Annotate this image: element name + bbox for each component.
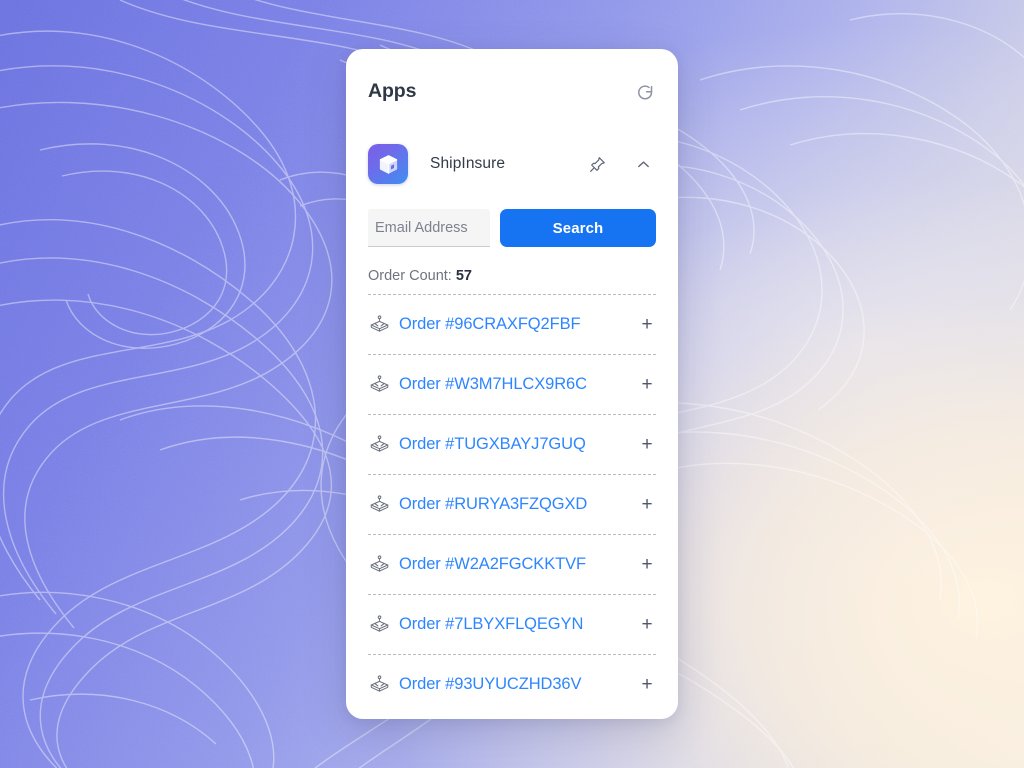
apps-panel: Apps ShipInsure Email Address Search Ord… [346, 49, 678, 719]
expand-order-button[interactable]: + [638, 435, 656, 454]
refresh-button[interactable] [632, 79, 658, 105]
open-box-icon [368, 674, 390, 696]
page-title: Apps [368, 79, 417, 102]
app-name-label: ShipInsure [430, 155, 506, 172]
panel-header: Apps [346, 49, 678, 105]
order-label: Order #96CRAXFQ2FBF [399, 315, 581, 333]
order-count-value: 57 [455, 268, 472, 284]
pin-icon [589, 156, 605, 172]
app-row-shipinsure[interactable]: ShipInsure [346, 141, 678, 187]
order-row[interactable]: Order #TUGXBAYJ7GUQ + [368, 414, 656, 474]
order-count: Order Count: 57 [346, 268, 678, 284]
order-row[interactable]: Order #W2A2FGCKKTVF + [368, 534, 656, 594]
orders-list: Order #96CRAXFQ2FBF + Order #W3M7HLCX9R6… [346, 294, 678, 714]
open-box-icon [368, 494, 390, 516]
search-row: Search [346, 209, 678, 247]
refresh-icon [637, 84, 652, 100]
package-cube-icon [379, 154, 397, 174]
open-box-icon [368, 314, 390, 336]
order-row[interactable]: Order #96CRAXFQ2FBF + [368, 294, 656, 354]
expand-order-button[interactable]: + [638, 495, 656, 514]
order-row[interactable]: Order #RURYA3FZQGXD + [368, 474, 656, 534]
order-label: Order #W3M7HLCX9R6C [399, 375, 587, 393]
order-count-label: Order Count: [368, 268, 452, 284]
search-button[interactable]: Search [500, 209, 656, 247]
expand-order-button[interactable]: + [638, 555, 656, 574]
order-row[interactable]: Order #W3M7HLCX9R6C + [368, 354, 656, 414]
order-label: Order #W2A2FGCKKTVF [399, 555, 586, 573]
collapse-app-button[interactable] [630, 151, 656, 177]
open-box-icon [368, 434, 390, 456]
order-row[interactable]: Order #93UYUCZHD36V + [368, 654, 656, 714]
expand-order-button[interactable]: + [638, 675, 656, 694]
expand-order-button[interactable]: + [638, 375, 656, 394]
open-box-icon [368, 554, 390, 576]
open-box-icon [368, 374, 390, 396]
order-row[interactable]: Order #7LBYXFLQEGYN + [368, 594, 656, 654]
shipinsure-app-icon [368, 144, 408, 184]
order-label: Order #TUGXBAYJ7GUQ [399, 435, 586, 453]
email-address-input[interactable] [368, 209, 490, 247]
expand-order-button[interactable]: + [638, 615, 656, 634]
order-label: Order #93UYUCZHD36V [399, 675, 582, 693]
order-label: Order #7LBYXFLQEGYN [399, 615, 584, 633]
order-label: Order #RURYA3FZQGXD [399, 495, 588, 513]
expand-order-button[interactable]: + [638, 315, 656, 334]
open-box-icon [368, 614, 390, 636]
pin-app-button[interactable] [584, 151, 610, 177]
chevron-up-icon [637, 160, 649, 167]
